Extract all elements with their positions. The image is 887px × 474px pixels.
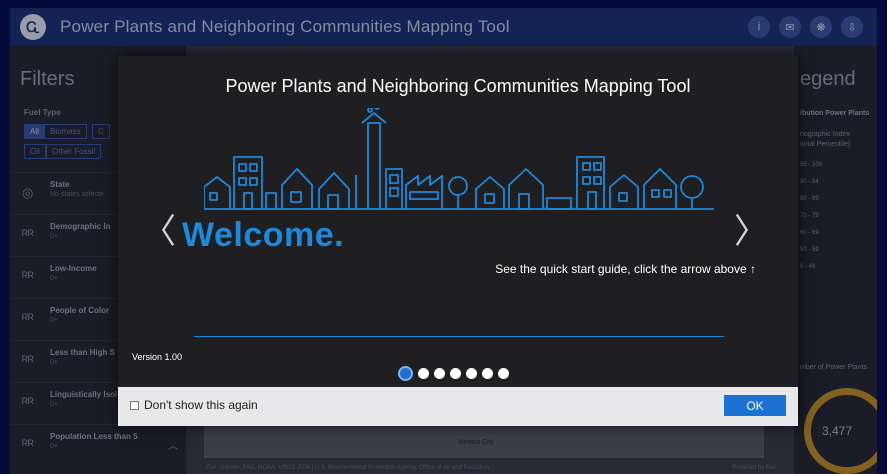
pager-dot-active[interactable] — [398, 366, 413, 381]
quick-start-hint: See the quick start guide, click the arr… — [495, 262, 756, 276]
city-skyline-illustration — [204, 108, 714, 210]
version-label: Version 1.00 — [132, 352, 183, 362]
pager-dot[interactable] — [482, 368, 493, 379]
welcome-dialog: Power Plants and Neighboring Communities… — [118, 56, 798, 426]
pager-dot[interactable] — [498, 368, 509, 379]
welcome-heading: Welcome. — [182, 216, 345, 254]
ok-button[interactable]: OK — [724, 395, 786, 416]
dont-show-again-checkbox[interactable] — [130, 401, 139, 410]
app-window: Ꮹ Power Plants and Neighboring Communiti… — [10, 8, 877, 474]
pager-dot[interactable] — [450, 368, 461, 379]
previous-slide-arrow-icon[interactable]: 〈 — [142, 204, 176, 253]
divider — [194, 336, 724, 337]
dialog-footer: Don't show this again OK — [118, 387, 798, 426]
pager-dot[interactable] — [466, 368, 477, 379]
next-slide-arrow-icon[interactable]: 〉 — [734, 204, 768, 253]
pager-dot[interactable] — [434, 368, 445, 379]
dialog-title: Power Plants and Neighboring Communities… — [225, 76, 691, 96]
dont-show-again-label[interactable]: Don't show this again — [144, 398, 258, 412]
slide-pager — [398, 366, 509, 381]
pager-dot[interactable] — [418, 368, 429, 379]
